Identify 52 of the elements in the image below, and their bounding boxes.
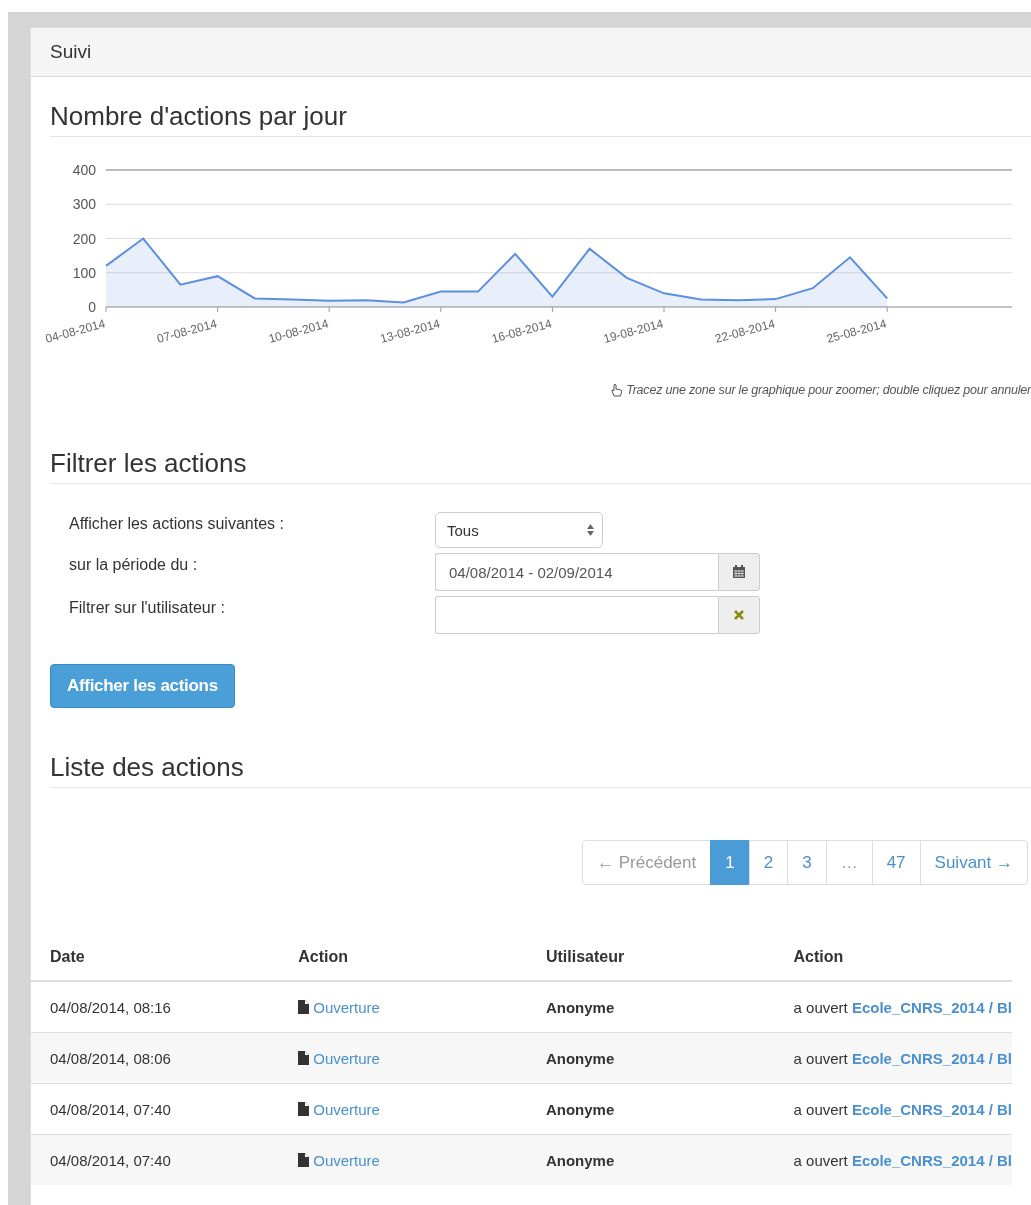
- page-link[interactable]: 2: [748, 840, 789, 885]
- column-header: Utilisateur: [526, 935, 775, 981]
- calendar-icon: [732, 565, 746, 579]
- calendar-button[interactable]: [718, 553, 760, 591]
- action-link[interactable]: Ouverture: [313, 1151, 380, 1169]
- sort-arrows-icon: [587, 524, 594, 536]
- table-cell: Anonyme: [526, 1032, 775, 1084]
- date-range-field[interactable]: 04/08/2014 - 02/09/2014: [435, 553, 718, 591]
- action-link[interactable]: Ouverture: [313, 1049, 380, 1067]
- field-label: Afficher les actions suivantes :: [69, 514, 285, 533]
- column-header: Date: [31, 935, 280, 981]
- document-link[interactable]: Ecole_CNRS_2014 / Bl: [851, 1049, 1012, 1067]
- field-label: Filtrer sur l'utilisateur :: [69, 598, 226, 617]
- page-link[interactable]: 47: [871, 840, 921, 885]
- column-header: Action: [774, 935, 1012, 981]
- page-link[interactable]: Suivant →: [919, 840, 1028, 885]
- table-cell: 04/08/2014, 08:06: [31, 1032, 280, 1084]
- axis-label: 400: [72, 162, 96, 178]
- axis-label: 300: [72, 196, 96, 213]
- close-icon: [734, 610, 744, 620]
- type-select[interactable]: Tous: [435, 512, 603, 548]
- document-link[interactable]: Ecole_CNRS_2014 / Bl: [851, 998, 1012, 1016]
- file-icon: [298, 1101, 310, 1116]
- table-cell-text: a ouvert: [793, 1100, 849, 1118]
- table-cell: Anonyme: [526, 1134, 775, 1185]
- file-icon: [298, 999, 310, 1014]
- file-icon: [298, 1152, 310, 1167]
- document-link[interactable]: Ecole_CNRS_2014 / Bl: [851, 1100, 1012, 1118]
- panel-title: Suivi: [31, 28, 1031, 77]
- action-link[interactable]: Ouverture: [313, 998, 380, 1016]
- user-field[interactable]: [435, 596, 718, 634]
- table-cell-text: a ouvert: [793, 998, 849, 1016]
- table-cell: 04/08/2014, 07:40: [31, 1134, 280, 1185]
- table-cell-text: a ouvert: [793, 1049, 849, 1067]
- column-header: Action: [279, 935, 527, 981]
- file-icon: [298, 1050, 310, 1065]
- clear-button[interactable]: [718, 596, 760, 634]
- axis-label: 100: [72, 264, 96, 281]
- table-cell-text: a ouvert: [793, 1151, 849, 1169]
- chart-hint: Tracez une zone sur le graphique pour zoomer; double cliquez pour annuler: [626, 383, 1031, 397]
- submit-button[interactable]: Afficher les actions: [50, 664, 235, 708]
- axis-label: 200: [72, 230, 96, 247]
- axis-label: 0: [88, 299, 96, 315]
- page-link[interactable]: 3: [787, 840, 827, 885]
- page-link[interactable]: 1: [710, 840, 750, 885]
- action-link[interactable]: Ouverture: [313, 1100, 380, 1118]
- section-heading: Filtrer les actions: [50, 448, 1031, 484]
- field-label: sur la période du :: [69, 555, 199, 574]
- section-heading: Nombre d'actions par jour: [50, 101, 1031, 137]
- section-heading: Liste des actions: [50, 752, 1031, 788]
- hand-pointer-icon: [610, 383, 624, 397]
- document-link[interactable]: Ecole_CNRS_2014 / Bl: [851, 1151, 1012, 1169]
